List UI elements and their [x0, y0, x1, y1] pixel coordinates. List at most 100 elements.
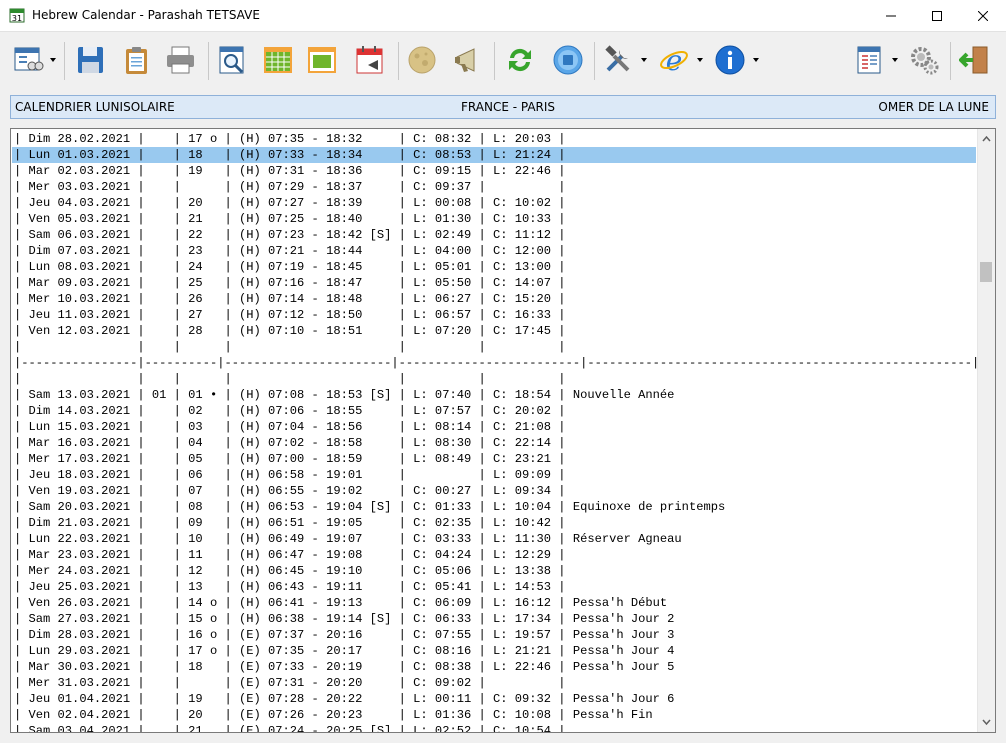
settings-button[interactable]: [904, 40, 944, 80]
calendar-row[interactable]: | Dim 14.03.2021 | | 02 | (H) 07:06 - 18…: [12, 403, 976, 419]
calendar-row[interactable]: | Mar 23.03.2021 | | 11 | (H) 06:47 - 19…: [12, 547, 976, 563]
calendar-row[interactable]: | Ven 26.03.2021 | | 14 o | (H) 06:41 - …: [12, 595, 976, 611]
header-omer: OMER DE LA LUNE: [878, 100, 989, 114]
chevron-down-icon[interactable]: [892, 58, 900, 64]
calendar-row[interactable]: | Ven 05.03.2021 | | 21 | (H) 07:25 - 18…: [12, 211, 976, 227]
exit-button[interactable]: [955, 40, 995, 80]
calendar-row[interactable]: | Mar 30.03.2021 | | 18 | (E) 07:33 - 20…: [12, 659, 976, 675]
calendar-row[interactable]: | | | | | | |: [12, 371, 976, 387]
toolbar-separator: [64, 42, 65, 80]
calendar-rows: | Dim 28.02.2021 | | 17 o | (H) 07:35 - …: [12, 131, 979, 732]
calendar-row[interactable]: | Dim 28.03.2021 | | 16 o | (E) 07:37 - …: [12, 627, 976, 643]
calendar-row[interactable]: | Sam 20.03.2021 | | 08 | (H) 06:53 - 19…: [12, 499, 976, 515]
toolbar-separator: [398, 42, 399, 80]
stop-button[interactable]: [548, 40, 588, 80]
calendar-row[interactable]: | Jeu 11.03.2021 | | 27 | (H) 07:12 - 18…: [12, 307, 976, 323]
calendar-row[interactable]: | Jeu 25.03.2021 | | 13 | (H) 06:43 - 19…: [12, 579, 976, 595]
calendar-row[interactable]: | Mar 02.03.2021 | | 19 | (H) 07:31 - 18…: [12, 163, 976, 179]
window-title: Hebrew Calendar - Parashah TETSAVE: [32, 8, 260, 22]
exit-icon: [959, 46, 988, 74]
scroll-up-icon[interactable]: [982, 135, 991, 144]
month-view-button[interactable]: [302, 40, 342, 80]
calendar-row[interactable]: | | | | | | |: [12, 339, 976, 355]
clipboard-icon: [126, 47, 147, 74]
announce-icon: [455, 48, 475, 72]
calendar-row[interactable]: | Dim 28.02.2021 | | 17 o | (H) 07:35 - …: [12, 131, 976, 147]
scrollbar-thumb[interactable]: [980, 262, 992, 282]
calendar-row[interactable]: | Mer 24.03.2021 | | 12 | (H) 06:45 - 19…: [12, 563, 976, 579]
view-button[interactable]: [8, 40, 48, 80]
calendar-row[interactable]: |----------------|----------|-----------…: [12, 355, 979, 371]
header-location: FRANCE - PARIS: [461, 100, 556, 114]
save-icon: [78, 47, 103, 73]
minimize-icon: [886, 15, 896, 16]
internet-button[interactable]: e: [654, 40, 694, 80]
calendar-row[interactable]: | Jeu 18.03.2021 | | 06 | (H) 06:58 - 19…: [12, 467, 976, 483]
calendar-row[interactable]: | Sam 03.04.2021 | | 21 | (E) 07:24 - 20…: [12, 723, 976, 732]
grid-button[interactable]: [258, 40, 298, 80]
calendar-row[interactable]: | Sam 13.03.2021 | 01 | 01 • | (H) 07:08…: [12, 387, 976, 403]
calendar-row[interactable]: | Mer 03.03.2021 | | | (H) 07:29 - 18:37…: [12, 179, 976, 195]
maximize-button[interactable]: [914, 0, 960, 31]
svg-text:e: e: [666, 44, 683, 76]
clipboard-button[interactable]: [116, 40, 156, 80]
info-header: CALENDRIER LUNISOLAIRE FRANCE - PARIS OM…: [10, 95, 996, 119]
calendar-row[interactable]: | Ven 19.03.2021 | | 07 | (H) 06:55 - 19…: [12, 483, 976, 499]
chevron-down-icon[interactable]: [50, 58, 58, 64]
calendar-row[interactable]: | Mar 16.03.2021 | | 04 | (H) 07:02 - 18…: [12, 435, 976, 451]
calendar-row[interactable]: | Dim 21.03.2021 | | 09 | (H) 06:51 - 19…: [12, 515, 976, 531]
svg-text:31: 31: [12, 14, 22, 23]
vertical-scrollbar[interactable]: [977, 129, 995, 732]
toolbar-separator: [950, 42, 951, 80]
calendar-row[interactable]: | Jeu 01.04.2021 | | 19 | (E) 07:28 - 20…: [12, 691, 976, 707]
calendar-row[interactable]: | Ven 12.03.2021 | | 28 | (H) 07:10 - 18…: [12, 323, 976, 339]
refresh-button[interactable]: [500, 40, 540, 80]
checklist-icon: [857, 46, 881, 74]
preview-icon: [219, 46, 244, 74]
announce-button[interactable]: [448, 40, 488, 80]
calendar-row[interactable]: | Lun 01.03.2021 | | 18 | (H) 07:33 - 18…: [12, 147, 976, 163]
close-button[interactable]: [960, 0, 1006, 31]
calendar-row[interactable]: | Lun 29.03.2021 | | 17 o | (E) 07:35 - …: [12, 643, 976, 659]
calendar-row[interactable]: | Lun 22.03.2021 | | 10 | (H) 06:49 - 19…: [12, 531, 976, 547]
print-button[interactable]: [160, 40, 200, 80]
calendar-row[interactable]: | Mer 31.03.2021 | | | (E) 07:31 - 20:20…: [12, 675, 976, 691]
month-icon: [308, 47, 336, 73]
calendar-row[interactable]: | Jeu 04.03.2021 | | 20 | (H) 07:27 - 18…: [12, 195, 976, 211]
tools-icon: [605, 45, 630, 72]
internet-icon: e: [660, 44, 688, 76]
print-icon: [167, 46, 194, 74]
chevron-down-icon[interactable]: [697, 58, 705, 64]
calendar-row[interactable]: | Sam 27.03.2021 | | 15 o | (H) 06:38 - …: [12, 611, 976, 627]
calendar-import-button[interactable]: [350, 40, 390, 80]
calendar-row[interactable]: | Dim 07.03.2021 | | 23 | (H) 07:21 - 18…: [12, 243, 976, 259]
save-button[interactable]: [70, 40, 110, 80]
calendar-row[interactable]: | Mer 10.03.2021 | | 26 | (H) 07:14 - 18…: [12, 291, 976, 307]
chevron-down-icon[interactable]: [641, 58, 649, 64]
calendar-row[interactable]: | Lun 08.03.2021 | | 24 | (H) 07:19 - 18…: [12, 259, 976, 275]
tools-button[interactable]: [598, 40, 638, 80]
header-calendar-type: CALENDRIER LUNISOLAIRE: [15, 100, 175, 114]
scroll-down-icon[interactable]: [982, 717, 991, 726]
calendar-row[interactable]: | Sam 06.03.2021 | | 22 | (H) 07:23 - 18…: [12, 227, 976, 243]
calendar-row[interactable]: | Ven 02.04.2021 | | 20 | (E) 07:26 - 20…: [12, 707, 976, 723]
moon-button[interactable]: [402, 40, 442, 80]
title-bar: 31 Hebrew Calendar - Parashah TETSAVE: [0, 0, 1006, 32]
maximize-icon: [932, 10, 942, 21]
toolbar-separator: [594, 42, 595, 80]
grid-icon: [264, 47, 292, 73]
calendar-row[interactable]: | Mar 09.03.2021 | | 25 | (H) 07:16 - 18…: [12, 275, 976, 291]
calendar-row[interactable]: | Lun 15.03.2021 | | 03 | (H) 07:04 - 18…: [12, 419, 976, 435]
preview-button[interactable]: [212, 40, 252, 80]
minimize-button[interactable]: [868, 0, 914, 31]
checklist-button[interactable]: [850, 40, 890, 80]
view-icon: [14, 47, 44, 71]
calendar-row[interactable]: | Mer 17.03.2021 | | 05 | (H) 07:00 - 18…: [12, 451, 976, 467]
chevron-down-icon[interactable]: [753, 58, 761, 64]
calendar-import-icon: [356, 46, 383, 74]
info-icon: [715, 45, 745, 75]
settings-icon: [911, 47, 939, 75]
calendar-list[interactable]: | Dim 28.02.2021 | | 17 o | (H) 07:35 - …: [10, 128, 996, 733]
info-button[interactable]: [710, 40, 750, 80]
app-calendar-icon: 31: [9, 8, 25, 23]
